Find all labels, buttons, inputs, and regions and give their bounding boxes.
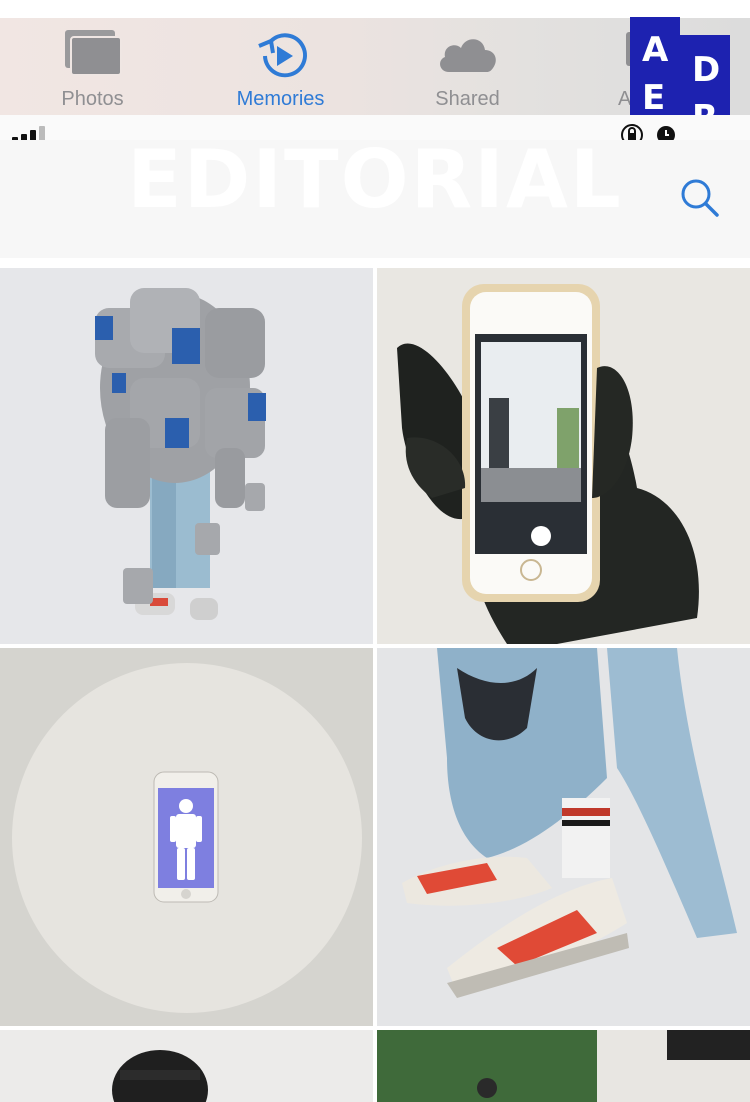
photos-stack-icon [63, 28, 123, 83]
tab-photos[interactable]: Photos [30, 18, 155, 115]
tab-shared-label: Shared [435, 88, 500, 110]
photo-tile-gloved-hand-phone[interactable] [377, 268, 750, 644]
logo-letter-a: A [642, 30, 669, 70]
memories-play-icon [251, 28, 311, 89]
photo-tile-phone-on-disc[interactable] [0, 648, 373, 1026]
logo-letter-d: D [692, 50, 721, 90]
tab-memories-label: Memories [236, 88, 325, 110]
page-header: EDITORIAL [0, 140, 750, 258]
photo-tile-backpack-model[interactable] [0, 268, 373, 644]
photo-tile-gallery-scene[interactable] [377, 1030, 750, 1102]
search-icon[interactable] [680, 178, 720, 218]
tab-memories[interactable]: Memories [218, 18, 343, 115]
logo-letter-e: E [642, 78, 666, 118]
tab-shared[interactable]: Shared [405, 18, 530, 115]
cloud-icon [433, 28, 503, 83]
photo-tile-sneakers-jeans[interactable] [377, 648, 750, 1026]
photo-tile-cap-portrait[interactable] [0, 1030, 373, 1102]
tab-photos-label: Photos [61, 88, 124, 110]
page-title: EDITORIAL [127, 133, 623, 226]
